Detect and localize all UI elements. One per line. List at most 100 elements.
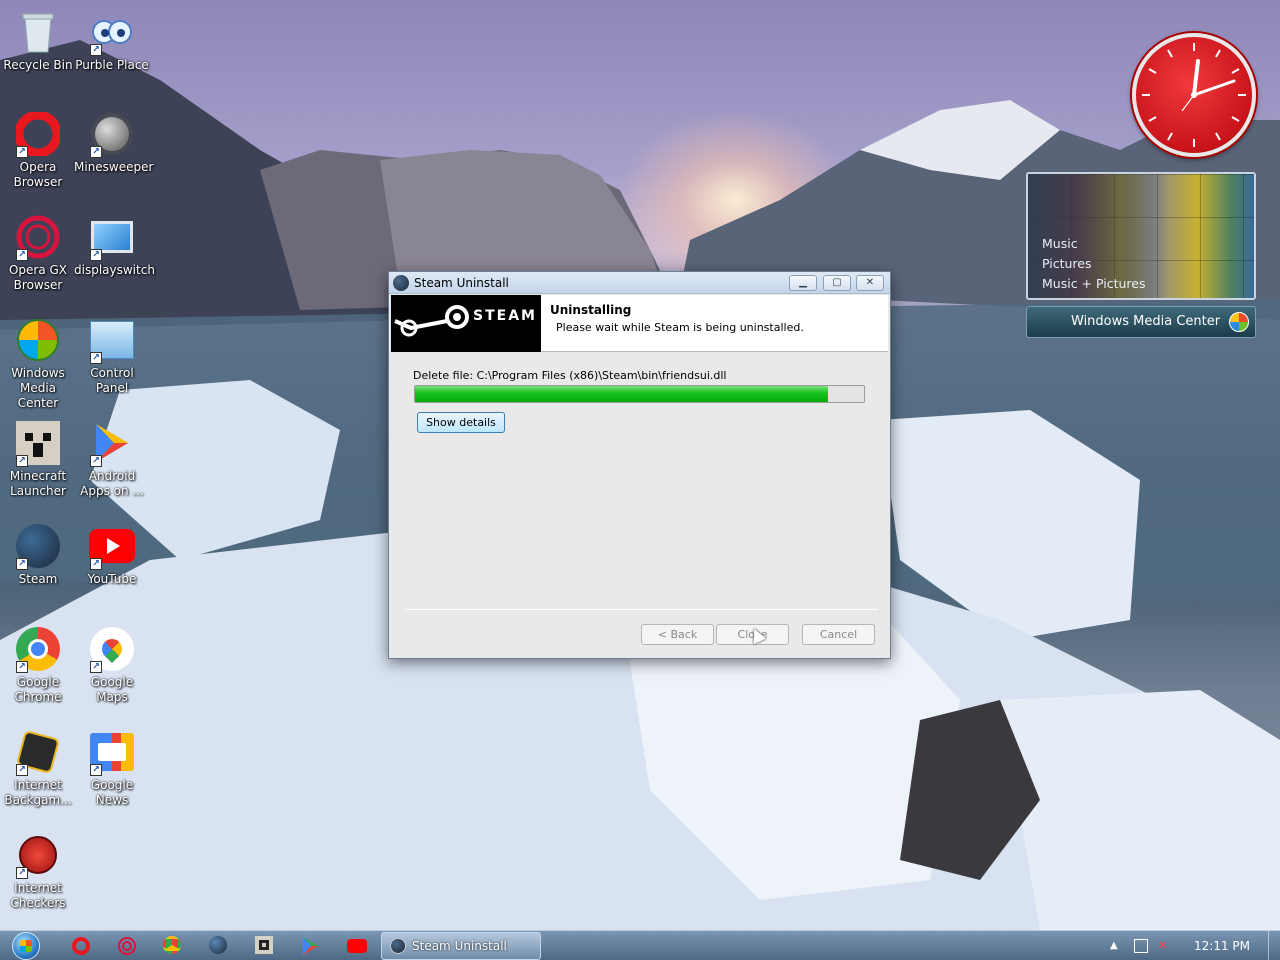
- show-details-button[interactable]: Show details: [417, 412, 505, 433]
- media-center-gadget[interactable]: Music Pictures Music + Pictures Windows …: [1026, 172, 1256, 338]
- desktop-icon-internet-backgammon[interactable]: ↗ Internet Backgam...: [0, 728, 76, 808]
- clock-face-icon: [1142, 43, 1246, 147]
- cancel-button[interactable]: Cancel: [802, 624, 875, 645]
- back-button[interactable]: < Back: [641, 624, 714, 645]
- desktop-icon-label: Android Apps on ...: [80, 469, 144, 498]
- desktop-icon-google-news[interactable]: ↗ Google News: [74, 728, 150, 808]
- shortcut-arrow-icon: ↗: [90, 455, 102, 467]
- taskbar-steam-icon[interactable]: [209, 936, 229, 956]
- taskbar-chrome-icon[interactable]: [163, 936, 183, 956]
- google-news-icon: ↗: [88, 728, 136, 776]
- menu-item-pictures[interactable]: Pictures: [1042, 254, 1146, 274]
- shortcut-arrow-icon: ↗: [16, 146, 28, 158]
- windows-logo-icon: [1229, 312, 1249, 332]
- desktop-icon-label: Control Panel: [90, 366, 134, 395]
- desktop-icon-android-apps[interactable]: ↗ Android Apps on ...: [74, 419, 150, 499]
- taskbar-task-steam-uninstall[interactable]: Steam Uninstall: [381, 932, 541, 960]
- desktop-icon-control-panel[interactable]: ↗ Control Panel: [74, 316, 150, 396]
- start-button[interactable]: [9, 931, 43, 960]
- taskbar: Steam Uninstall ▲ ✕ 12:11 PM: [0, 930, 1280, 960]
- desktop-icon-label: Internet Backgam...: [4, 778, 72, 807]
- volume-muted-icon[interactable]: ✕: [1158, 939, 1172, 953]
- desktop-icon-label: Google Maps: [90, 675, 134, 704]
- title-bar[interactable]: Steam Uninstall ▁ ▢ ✕: [389, 272, 890, 294]
- minimize-button[interactable]: ▁: [789, 275, 817, 291]
- divider: [405, 609, 878, 610]
- taskbar-opera-gx-icon[interactable]: [117, 936, 137, 956]
- shortcut-arrow-icon: ↗: [16, 558, 28, 570]
- desktop-icon-recycle-bin[interactable]: Recycle Bin: [0, 8, 76, 73]
- shortcut-arrow-icon: ↗: [90, 558, 102, 570]
- desktop-icon-minecraft[interactable]: ↗ Minecraft Launcher: [0, 419, 76, 499]
- dialog-header: STEAM Uninstalling Please wait while Ste…: [391, 295, 888, 352]
- desktop-icon-windows-media-center[interactable]: Windows Media Center: [0, 316, 76, 411]
- media-center-title-bar[interactable]: Windows Media Center: [1026, 306, 1256, 338]
- desktop-icon-displayswitch[interactable]: ↗ displayswitch: [74, 213, 155, 278]
- steam-icon: [390, 938, 406, 954]
- windows-logo-icon: [12, 932, 40, 960]
- taskbar-opera-icon[interactable]: [71, 936, 91, 956]
- google-play-icon: ↗: [88, 419, 136, 467]
- show-hidden-icons-arrow-icon[interactable]: ▲: [1110, 939, 1124, 953]
- shortcut-arrow-icon: ↗: [90, 146, 102, 158]
- shortcut-arrow-icon: ↗: [90, 764, 102, 776]
- shortcut-arrow-icon: ↗: [90, 44, 102, 56]
- close-window-button[interactable]: ✕: [856, 275, 884, 291]
- progress-bar: [414, 385, 865, 403]
- desktop-icon-label: Google Chrome: [14, 675, 62, 704]
- show-desktop-button[interactable]: [1268, 931, 1280, 960]
- map-pin-icon: ↗: [88, 625, 136, 673]
- recycle-bin-icon: [14, 8, 62, 56]
- desktop-icon-label: Recycle Bin: [3, 58, 73, 72]
- desktop-icon-label: Purble Place: [75, 58, 149, 72]
- media-center-title: Windows Media Center: [1071, 314, 1221, 329]
- shortcut-arrow-icon: ↗: [16, 455, 28, 467]
- shortcut-arrow-icon: ↗: [16, 867, 28, 879]
- shortcut-arrow-icon: ↗: [16, 661, 28, 673]
- maximize-button[interactable]: ▢: [823, 275, 851, 291]
- minesweeper-icon: ↗: [88, 110, 136, 158]
- taskbar-google-play-icon[interactable]: [301, 936, 321, 956]
- status-text: Delete file: C:\Program Files (x86)\Stea…: [413, 369, 727, 382]
- desktop-icon-label: Minesweeper: [74, 160, 154, 174]
- desktop-icon-label: Opera Browser: [13, 160, 63, 189]
- desktop-icon-opera[interactable]: ↗ Opera Browser: [0, 110, 76, 190]
- desktop-icon-google-maps[interactable]: ↗ Google Maps: [74, 625, 150, 705]
- backgammon-icon: ↗: [14, 728, 62, 776]
- menu-item-music-pictures[interactable]: Music + Pictures: [1042, 274, 1146, 294]
- taskbar-minecraft-icon[interactable]: [255, 936, 275, 956]
- steam-valve-icon: [394, 305, 469, 337]
- desktop-icon-label: Internet Checkers: [10, 881, 66, 910]
- shortcut-arrow-icon: ↗: [90, 249, 102, 261]
- desktop-icon-label: Google News: [90, 778, 134, 807]
- network-icon[interactable]: [1134, 939, 1148, 953]
- taskbar-clock[interactable]: 12:11 PM: [1194, 931, 1250, 960]
- desktop-icon-steam[interactable]: ↗ Steam: [0, 522, 76, 587]
- steam-icon: ↗: [14, 522, 62, 570]
- desktop-icon-label: displayswitch: [74, 263, 155, 277]
- window-title: Steam Uninstall: [414, 276, 509, 290]
- taskbar-youtube-icon[interactable]: [347, 936, 367, 956]
- shortcut-arrow-icon: ↗: [16, 249, 28, 261]
- desktop-icon-label: Minecraft Launcher: [9, 469, 67, 498]
- header-subtitle: Please wait while Steam is being uninsta…: [556, 321, 804, 334]
- desktop-icon-purble-place[interactable]: ↗ Purble Place: [74, 8, 150, 73]
- steam-uninstall-dialog: Steam Uninstall ▁ ▢ ✕ STEAM Uninstalling…: [388, 271, 891, 659]
- opera-icon: ↗: [14, 110, 62, 158]
- clock-gadget[interactable]: [1132, 33, 1256, 157]
- task-label: Steam Uninstall: [412, 939, 507, 953]
- desktop-icon-label: Windows Media Center: [11, 366, 65, 410]
- desktop-icon-minesweeper[interactable]: ↗ Minesweeper: [74, 110, 154, 175]
- desktop-icon-google-chrome[interactable]: ↗ Google Chrome: [0, 625, 76, 705]
- shortcut-arrow-icon: ↗: [90, 352, 102, 364]
- desktop-icon-label: Opera GX Browser: [8, 263, 68, 292]
- menu-item-music[interactable]: Music: [1042, 234, 1146, 254]
- display-monitor-icon: ↗: [88, 213, 136, 261]
- system-tray: ▲ ✕ 12:11 PM: [1110, 931, 1270, 960]
- steam-logo: STEAM: [391, 295, 541, 352]
- desktop-icon-opera-gx[interactable]: ↗ Opera GX Browser: [0, 213, 76, 293]
- desktop-icon-youtube[interactable]: ↗ YouTube: [74, 522, 150, 587]
- chrome-icon: ↗: [14, 625, 62, 673]
- steam-wordmark: STEAM: [473, 308, 537, 324]
- desktop-icon-internet-checkers[interactable]: ↗ Internet Checkers: [0, 831, 76, 911]
